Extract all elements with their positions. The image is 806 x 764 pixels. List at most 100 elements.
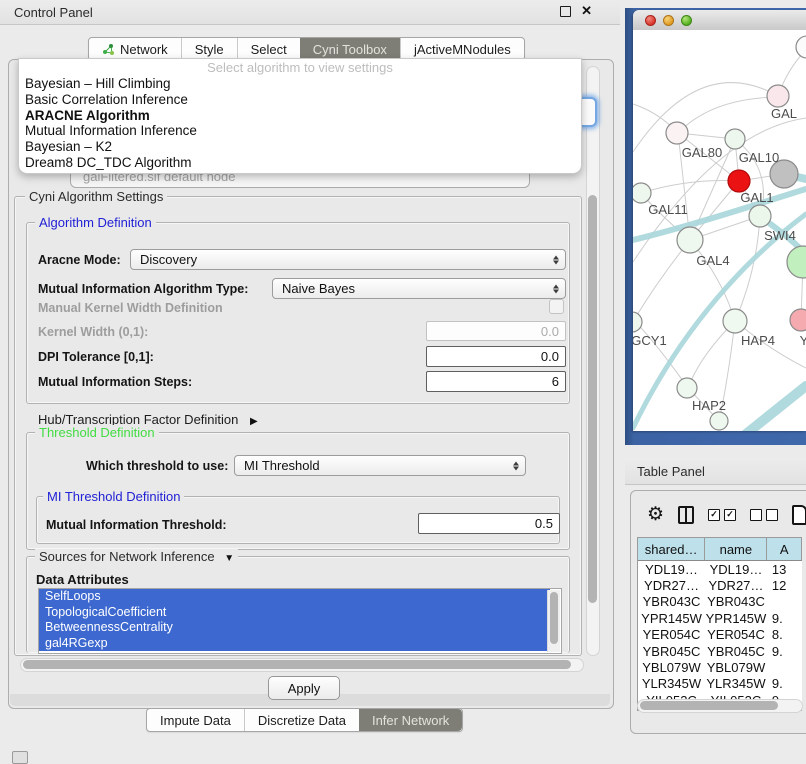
table-cell: 9. xyxy=(767,610,802,626)
aracne-mode-value: Discovery xyxy=(140,252,197,267)
settings-vertical-scrollbar-thumb[interactable] xyxy=(588,195,597,603)
mi-threshold-field[interactable]: 0.5 xyxy=(418,513,560,534)
select-all-checks-icon[interactable]: ✓ ✓ xyxy=(708,509,736,521)
attribute-item-topologicalcoefficient[interactable]: TopologicalCoefficient xyxy=(39,605,550,621)
aracne-mode-combo[interactable]: Discovery xyxy=(130,249,566,270)
control-panel-title: Control Panel xyxy=(0,5,93,20)
tab-select[interactable]: Select xyxy=(237,38,300,60)
attribute-item-selfloops[interactable]: SelfLoops xyxy=(39,589,550,605)
table-cell: YDL19… xyxy=(638,561,705,577)
table-row[interactable]: YER054CYER054C8. xyxy=(638,627,802,643)
network-node[interactable] xyxy=(796,36,806,58)
table-row[interactable]: YBR043CYBR043C xyxy=(638,594,802,610)
node-table[interactable]: shared…nameA YDL19…YDL19…13YDR27…YDR27…1… xyxy=(637,537,802,711)
table-row[interactable]: YPR145WYPR145W9. xyxy=(638,610,802,626)
column-header-name[interactable]: name xyxy=(705,538,767,560)
network-node[interactable] xyxy=(633,183,651,203)
algorithm-dropdown-popup: Select algorithm to view settings Bayesi… xyxy=(18,58,582,174)
algorithm-option-mutual-information-inference[interactable]: Mutual Information Inference xyxy=(19,123,581,139)
tab-style[interactable]: Style xyxy=(181,38,237,60)
tab-label: jActiveMNodules xyxy=(414,42,511,57)
network-node[interactable] xyxy=(728,170,750,192)
table-cell: YBR045C xyxy=(705,643,767,659)
data-attributes-list[interactable]: SelfLoopsTopologicalCoefficientBetweenne… xyxy=(38,588,562,654)
tab-network[interactable]: Network xyxy=(89,38,181,60)
table-horizontal-scrollbar-thumb[interactable] xyxy=(640,701,778,710)
settings-horizontal-scrollbar-thumb[interactable] xyxy=(23,660,571,669)
close-icon[interactable]: ✕ xyxy=(581,5,592,17)
network-node[interactable] xyxy=(749,205,771,227)
column-header-shared[interactable]: shared… xyxy=(638,538,705,560)
table-cell: YBL079W xyxy=(638,659,705,675)
kernel-width-field[interactable]: 0.0 xyxy=(426,321,566,341)
network-node[interactable] xyxy=(677,378,697,398)
table-cell: YER054C xyxy=(638,627,705,643)
network-node[interactable] xyxy=(723,309,747,333)
minimize-traffic-light[interactable] xyxy=(663,15,674,26)
tab-jactivemnodules[interactable]: jActiveMNodules xyxy=(400,38,524,60)
network-node[interactable] xyxy=(633,312,642,332)
table-row[interactable]: YDR27…YDR27…12 xyxy=(638,577,802,593)
table-row[interactable]: YLR345WYLR345W9. xyxy=(638,676,802,692)
tab-label: Discretize Data xyxy=(258,713,346,728)
table-row[interactable]: YBL079WYBL079W xyxy=(638,659,802,675)
tab-label: Style xyxy=(195,42,224,57)
algorithm-option-bayesian-k2[interactable]: Bayesian – K2 xyxy=(19,139,581,155)
tab-impute-data[interactable]: Impute Data xyxy=(147,709,244,731)
dpi-tolerance-field[interactable]: 0.0 xyxy=(426,346,566,367)
table-panel: ⚙ ✓ ✓ shared…nameA YDL19…YDL19…13YDR27…Y… xyxy=(630,490,806,734)
corner-widget[interactable] xyxy=(12,751,28,764)
attributes-list-scrollbar-thumb[interactable] xyxy=(550,592,558,644)
network-node[interactable] xyxy=(790,309,806,331)
mi-steps-field[interactable]: 6 xyxy=(426,371,566,392)
algorithm-option-bayesian-hill-climbing[interactable]: Bayesian – Hill Climbing xyxy=(19,76,581,92)
dpi-tolerance-label: DPI Tolerance [0,1]: xyxy=(38,350,154,364)
apply-button[interactable]: Apply xyxy=(268,676,340,700)
mi-type-combo[interactable]: Naive Bayes xyxy=(272,278,566,299)
attribute-item-betweennesscentrality[interactable]: BetweennessCentrality xyxy=(39,620,550,636)
network-canvas[interactable]: GALGAL80GAL10GAL1SWI4GAL11GAL4GCY1HAP4YH… xyxy=(633,30,806,431)
table-row[interactable]: YDL19…YDL19…13 xyxy=(638,561,802,577)
tab-discretize-data[interactable]: Discretize Data xyxy=(244,709,359,731)
network-node[interactable] xyxy=(725,129,745,149)
table-row[interactable]: YBR045CYBR045C9. xyxy=(638,643,802,659)
mi-threshold-label: Mutual Information Threshold: xyxy=(46,518,227,532)
zoom-traffic-light[interactable] xyxy=(681,15,692,26)
table-header-row: shared…nameA xyxy=(638,538,802,561)
attributes-list-scrollbar[interactable] xyxy=(547,590,560,652)
network-node[interactable] xyxy=(787,246,806,278)
settings-vertical-scrollbar[interactable] xyxy=(586,66,600,656)
collapse-down-icon[interactable]: ▼ xyxy=(224,553,234,564)
document-icon[interactable] xyxy=(792,505,806,525)
float-window-icon[interactable] xyxy=(560,6,571,17)
aracne-mode-label: Aracne Mode: xyxy=(38,253,121,267)
which-threshold-combo[interactable]: MI Threshold xyxy=(234,455,526,476)
column-header-a[interactable]: A xyxy=(767,538,802,560)
network-window-titlebar[interactable] xyxy=(633,10,806,31)
network-node[interactable] xyxy=(767,85,789,107)
gear-icon[interactable]: ⚙ xyxy=(647,505,664,525)
network-node[interactable] xyxy=(666,122,688,144)
algorithm-option-aracne-algorithm[interactable]: ARACNE Algorithm xyxy=(19,108,581,124)
tab-cyni-toolbox[interactable]: Cyni Toolbox xyxy=(300,38,400,60)
manual-kernel-checkbox[interactable] xyxy=(549,299,564,314)
attribute-item-gal4rgexp[interactable]: gal4RGexp xyxy=(39,636,550,652)
unchecked-box-icon xyxy=(766,509,778,521)
node-label-gcy1: GCY1 xyxy=(633,333,667,348)
table-panel-title: Table Panel xyxy=(625,464,705,479)
tab-label: Select xyxy=(251,42,287,57)
tab-infer-network[interactable]: Infer Network xyxy=(359,709,462,731)
settings-horizontal-scrollbar[interactable] xyxy=(20,658,584,672)
columns-icon[interactable] xyxy=(678,506,694,524)
table-cell: YBR043C xyxy=(638,594,705,610)
algorithm-option-dream8-dc-tdc-algorithm[interactable]: Dream8 DC_TDC Algorithm xyxy=(19,155,581,171)
table-horizontal-scrollbar[interactable] xyxy=(637,699,803,713)
algorithm-option-basic-correlation-inference[interactable]: Basic Correlation Inference xyxy=(19,92,581,108)
network-node[interactable] xyxy=(710,412,728,430)
close-traffic-light[interactable] xyxy=(645,15,656,26)
table-cell: YBR043C xyxy=(705,594,767,610)
network-node[interactable] xyxy=(677,227,703,253)
deselect-all-checks-icon[interactable] xyxy=(750,509,778,521)
mi-type-label: Mutual Information Algorithm Type: xyxy=(38,282,248,296)
expand-right-icon[interactable]: ▶ xyxy=(250,416,258,427)
